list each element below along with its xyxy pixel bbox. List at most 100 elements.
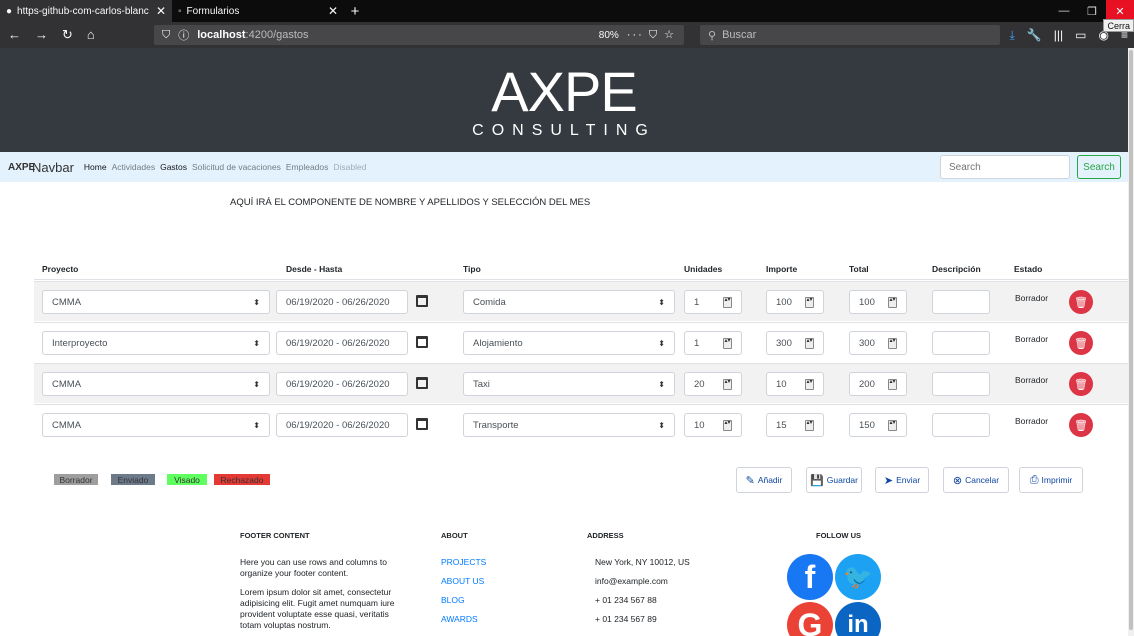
fecha-range-input[interactable]: 06/19/2020 - 06/26/2020 <box>276 331 408 355</box>
importe-input[interactable]: 300 ▴▾ <box>766 331 824 355</box>
url-bar[interactable]: ⛉ ⓘ localhost:4200/gastos 80% ··· ⛉ ☆ <box>154 25 684 45</box>
browser-search-placeholder: Buscar <box>722 29 757 41</box>
download-icon[interactable]: ⤓ <box>1010 28 1015 43</box>
delete-button[interactable]: 🗑 <box>1069 290 1093 314</box>
back-icon[interactable]: ← <box>8 27 21 43</box>
total-input[interactable]: 150 ▴▾ <box>849 413 907 437</box>
fecha-range-input[interactable]: 06/19/2020 - 06/26/2020 <box>276 290 408 314</box>
unidades-input[interactable]: 20 ▴▾ <box>684 372 742 396</box>
forward-icon[interactable]: → <box>35 27 48 43</box>
save-button[interactable]: 💾 Guardar <box>806 467 862 493</box>
spinner-icon[interactable]: ▴▾ <box>888 296 897 308</box>
importe-input[interactable]: 10 ▴▾ <box>766 372 824 396</box>
total-input[interactable]: 200 ▴▾ <box>849 372 907 396</box>
tipo-select[interactable]: Transporte ⬍ <box>463 413 675 437</box>
header-estado: Estado <box>1014 264 1043 274</box>
proyecto-select[interactable]: CMMA ⬍ <box>42 372 270 396</box>
tab-title: Formularios <box>186 5 240 17</box>
unidades-input[interactable]: 10 ▴▾ <box>684 413 742 437</box>
proyecto-select[interactable]: CMMA ⬍ <box>42 290 270 314</box>
spinner-icon[interactable]: ▴▾ <box>723 296 732 308</box>
tipo-select[interactable]: Comida ⬍ <box>463 290 675 314</box>
tab-close-icon[interactable]: ✕ <box>328 4 338 18</box>
send-icon: ➤ <box>883 474 894 487</box>
browser-tab-github[interactable]: ● https-github-com-carlos-blanc ✕ <box>0 0 172 22</box>
browser-tab-formularios[interactable]: ▪ Formularios ✕ <box>172 0 344 22</box>
fecha-range-input[interactable]: 06/19/2020 - 06/26/2020 <box>276 413 408 437</box>
nav-link-empleados[interactable]: Empleados <box>286 162 329 172</box>
descripcion-input[interactable] <box>932 331 990 355</box>
nav-link-disabled: Disabled <box>333 162 367 172</box>
importe-input[interactable]: 15 ▴▾ <box>766 413 824 437</box>
zoom-level[interactable]: 80% <box>599 30 619 41</box>
cancel-button[interactable]: ⊗ Cancelar <box>943 467 1009 493</box>
spinner-icon[interactable]: ▴▾ <box>805 296 814 308</box>
unidades-input[interactable]: 1 ▴▾ <box>684 331 742 355</box>
wrench-icon[interactable]: 🔧 <box>1027 28 1042 42</box>
calendar-icon[interactable] <box>416 336 428 348</box>
page-scrollbar[interactable] <box>1128 48 1134 636</box>
footer-link-blog[interactable]: BLOG <box>441 595 465 605</box>
google-icon[interactable]: G <box>787 602 833 636</box>
facebook-icon[interactable]: f <box>787 554 833 600</box>
spinner-icon[interactable]: ▴▾ <box>723 337 732 349</box>
linkedin-icon[interactable]: in <box>835 602 881 636</box>
calendar-icon[interactable] <box>416 418 428 430</box>
add-button[interactable]: ✎ Añadir <box>736 467 792 493</box>
proyecto-select[interactable]: CMMA ⬍ <box>42 413 270 437</box>
calendar-icon[interactable] <box>416 295 428 307</box>
nav-link-actividades[interactable]: Actividades <box>112 162 155 172</box>
home-icon[interactable]: ⌂ <box>87 27 95 43</box>
navbar-brand[interactable]: Navbar <box>32 160 74 175</box>
twitter-icon[interactable]: 🐦 <box>835 554 881 600</box>
spinner-icon[interactable]: ▴▾ <box>805 337 814 349</box>
fecha-range-input[interactable]: 06/19/2020 - 06/26/2020 <box>276 372 408 396</box>
navbar-search-button[interactable]: Search <box>1077 155 1121 179</box>
new-tab-button[interactable]: + <box>344 0 366 22</box>
url-host: localhost <box>197 29 246 41</box>
navbar-logo[interactable]: AXPE <box>8 162 35 173</box>
delete-button[interactable]: 🗑 <box>1069 331 1093 355</box>
sidebar-icon[interactable]: ▭ <box>1075 28 1086 42</box>
nav-link-gastos[interactable]: Gastos <box>160 162 187 172</box>
spinner-icon[interactable]: ▴▾ <box>888 419 897 431</box>
browser-search-bar[interactable]: ⚲ Buscar <box>700 25 1000 45</box>
descripcion-input[interactable] <box>932 290 990 314</box>
spinner-icon[interactable]: ▴▾ <box>723 419 732 431</box>
navbar-links: Home Actividades Gastos Solicitud de vac… <box>84 162 367 172</box>
calendar-icon[interactable] <box>416 377 428 389</box>
total-input[interactable]: 100 ▴▾ <box>849 290 907 314</box>
restore-button[interactable]: ❐ <box>1078 0 1106 22</box>
tab-close-icon[interactable]: ✕ <box>156 4 166 18</box>
scrollbar-thumb[interactable] <box>1129 50 1133 630</box>
footer-link-about-us[interactable]: ABOUT US <box>441 576 484 586</box>
spinner-icon[interactable]: ▴▾ <box>805 419 814 431</box>
tipo-select[interactable]: Taxi ⬍ <box>463 372 675 396</box>
chevron-updown-icon: ⬍ <box>253 379 260 389</box>
descripcion-input[interactable] <box>932 413 990 437</box>
nav-link-vacaciones[interactable]: Solicitud de vacaciones <box>192 162 281 172</box>
send-button[interactable]: ➤ Enviar <box>875 467 929 493</box>
footer-link-projects[interactable]: PROJECTS <box>441 557 486 567</box>
print-button[interactable]: ⎙ Imprimir <box>1019 467 1083 493</box>
navbar-search-input[interactable] <box>940 155 1070 179</box>
footer-link-awards[interactable]: AWARDS <box>441 614 478 624</box>
delete-button[interactable]: 🗑 <box>1069 372 1093 396</box>
footer-fax: + 01 234 567 89 <box>595 614 657 624</box>
library-icon[interactable]: ||| <box>1054 28 1063 42</box>
unidades-input[interactable]: 1 ▴▾ <box>684 290 742 314</box>
minimize-button[interactable]: — <box>1050 0 1078 22</box>
total-input[interactable]: 300 ▴▾ <box>849 331 907 355</box>
importe-input[interactable]: 100 ▴▾ <box>766 290 824 314</box>
spinner-icon[interactable]: ▴▾ <box>805 378 814 390</box>
reload-icon[interactable]: ↻ <box>62 27 73 43</box>
tipo-select[interactable]: Alojamiento ⬍ <box>463 331 675 355</box>
nav-link-home[interactable]: Home <box>84 162 107 172</box>
page-actions-icon[interactable]: ··· ⛉ ☆ <box>627 28 676 42</box>
descripcion-input[interactable] <box>932 372 990 396</box>
spinner-icon[interactable]: ▴▾ <box>888 378 897 390</box>
spinner-icon[interactable]: ▴▾ <box>723 378 732 390</box>
spinner-icon[interactable]: ▴▾ <box>888 337 897 349</box>
proyecto-select[interactable]: Interproyecto ⬍ <box>42 331 270 355</box>
delete-button[interactable]: 🗑 <box>1069 413 1093 437</box>
